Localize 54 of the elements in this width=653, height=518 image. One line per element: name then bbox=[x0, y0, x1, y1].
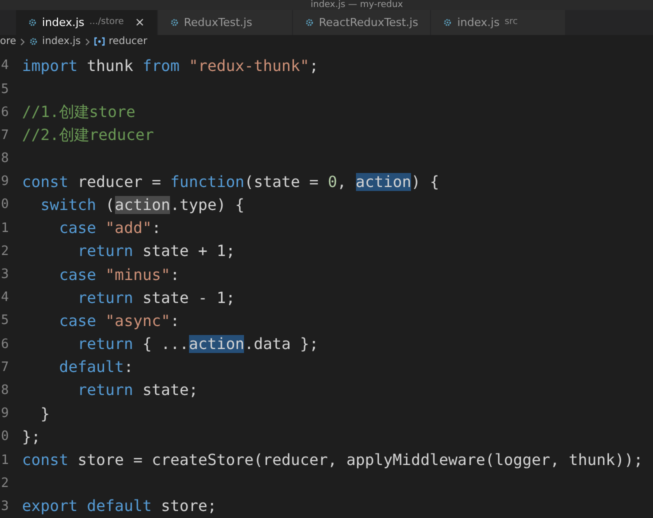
code-line: import thunk from "redux-thunk"; bbox=[22, 56, 319, 75]
window-title: index.js — my-redux bbox=[310, 0, 403, 10]
code-line: const store = createStore(reducer, applyMiddleware(logger, thunk)); bbox=[22, 451, 643, 470]
line-number: 0 bbox=[0, 429, 10, 444]
file-icon bbox=[29, 37, 38, 46]
line-number: 5 bbox=[0, 313, 10, 328]
code-line: export default store; bbox=[22, 497, 217, 516]
line-number: 0 bbox=[0, 197, 10, 212]
code-line: //2.创建reducer bbox=[22, 124, 154, 146]
code-line: }; bbox=[22, 428, 41, 446]
editor-tab[interactable]: ReactReduxTest.js bbox=[292, 10, 432, 35]
code-line: case "add": bbox=[58, 219, 162, 238]
code-line: default: bbox=[58, 358, 134, 376]
code-line: return state; bbox=[76, 381, 198, 400]
line-number: 4 bbox=[0, 58, 10, 74]
editor-tab[interactable]: index.js .../store × bbox=[16, 10, 158, 35]
code-line: } bbox=[40, 404, 50, 423]
editor-tab[interactable]: index.js src bbox=[431, 10, 566, 35]
line-number: 7 bbox=[0, 128, 10, 143]
code-line: return { ...action.data }; bbox=[76, 335, 319, 354]
symbol-icon bbox=[94, 37, 105, 46]
chevron-icon bbox=[20, 38, 26, 46]
close-icon[interactable]: × bbox=[134, 15, 145, 30]
code-line: return state - 1; bbox=[76, 288, 236, 307]
chevron-icon bbox=[84, 38, 90, 46]
breadcrumb-item[interactable]: index.js bbox=[42, 36, 81, 48]
line-number: 9 bbox=[0, 174, 10, 190]
code-line: switch (action.type) { bbox=[40, 196, 244, 214]
line-number: 4 bbox=[0, 290, 10, 306]
file-icon bbox=[443, 18, 452, 27]
line-number: 1 bbox=[0, 220, 10, 236]
line-number: 3 bbox=[0, 267, 10, 282]
line-number: 6 bbox=[0, 336, 10, 352]
file-icon bbox=[170, 18, 179, 27]
line-number: 7 bbox=[0, 360, 10, 375]
editor-tab[interactable]: ReduxTest.js bbox=[158, 10, 293, 35]
line-number: 2 bbox=[0, 244, 10, 259]
line-number: 8 bbox=[0, 382, 10, 398]
file-icon bbox=[304, 18, 314, 27]
line-number: 1 bbox=[0, 452, 10, 468]
line-number: 5 bbox=[0, 82, 10, 97]
line-number: 3 bbox=[0, 498, 10, 514]
line-number: 2 bbox=[0, 476, 10, 491]
line-number: 8 bbox=[0, 151, 10, 166]
line-number: 9 bbox=[0, 406, 10, 422]
code-line: const reducer = function(state = 0, action) { bbox=[22, 172, 440, 191]
code-line: return state + 1; bbox=[76, 242, 236, 260]
code-line: //1.创建store bbox=[22, 102, 136, 123]
breadcrumb-item[interactable]: ore bbox=[0, 36, 16, 48]
breadcrumb-item[interactable]: reducer bbox=[108, 36, 148, 48]
code-line: case "minus": bbox=[58, 266, 180, 284]
file-icon bbox=[28, 18, 37, 27]
code-line: case "async": bbox=[58, 312, 180, 330]
line-number: 6 bbox=[0, 104, 10, 120]
